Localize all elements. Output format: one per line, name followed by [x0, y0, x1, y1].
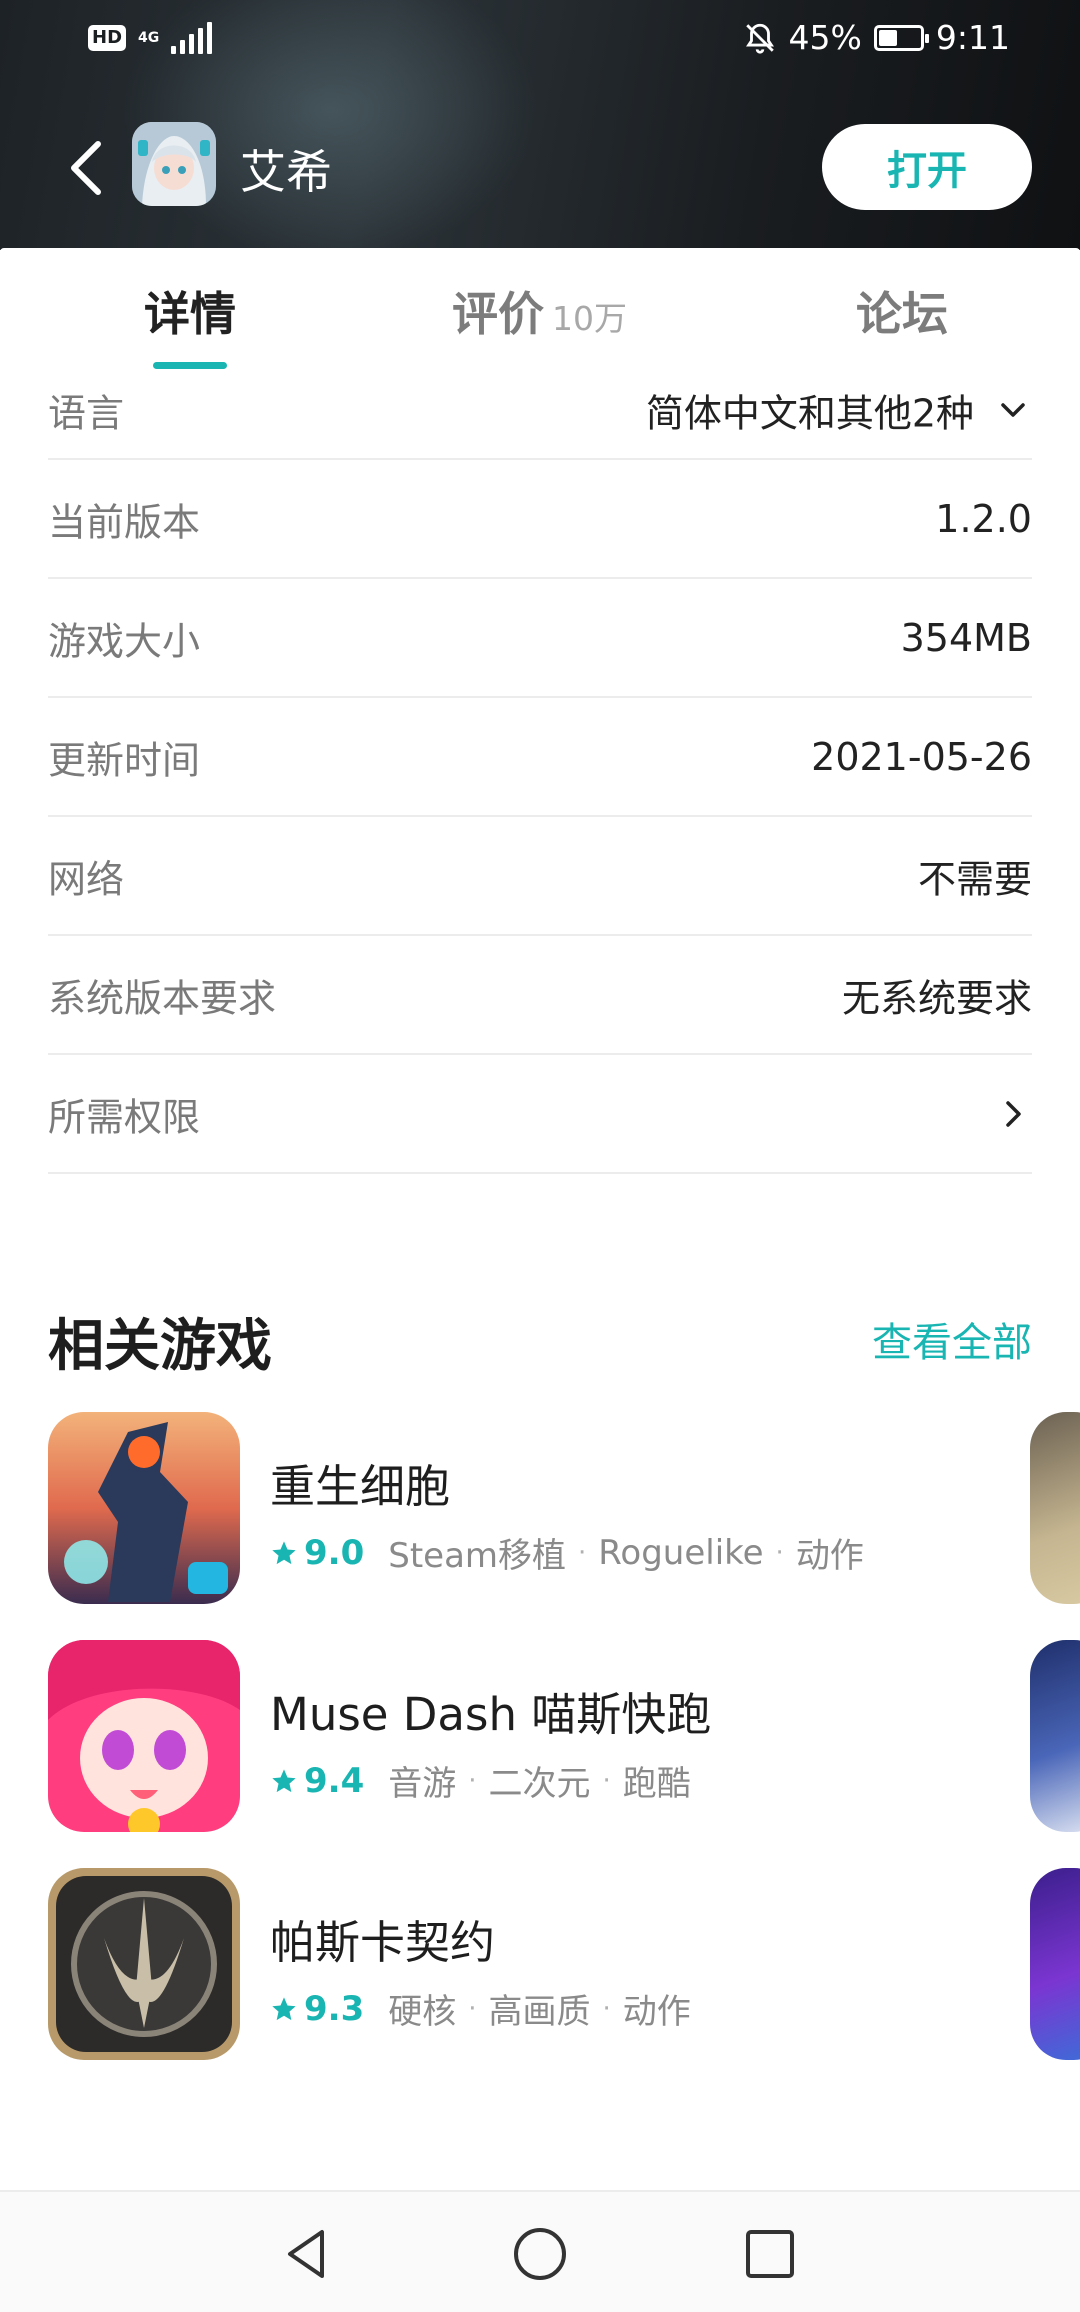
app-title: 艾希: [240, 145, 332, 199]
info-value: 2021-05-26: [811, 734, 1032, 779]
content-panel: 详情 评价 10万 论坛 语言 简体中文和其他2种 当前版本 1.2.0 游戏大小…: [0, 248, 1080, 2188]
game-tag: Steam移植: [388, 1536, 567, 1576]
tab-bar: 详情 评价 10万 论坛: [0, 248, 1080, 378]
status-bar: HD 4G 45% 9:11: [0, 0, 1080, 80]
info-row-permissions[interactable]: 所需权限: [48, 1055, 1032, 1174]
info-value: 1.2.0: [935, 496, 1032, 541]
info-value: 354MB: [900, 615, 1032, 660]
info-label: 游戏大小: [48, 619, 201, 663]
info-row-network: 网络 不需要: [48, 817, 1032, 936]
nav-home-icon[interactable]: [508, 2222, 572, 2286]
separator-dot: ·: [468, 1765, 477, 1796]
info-label: 系统版本要求: [48, 976, 277, 1020]
info-value: 无系统要求: [841, 976, 1032, 1020]
info-value: 不需要: [917, 857, 1032, 901]
info-label: 网络: [48, 857, 125, 901]
tab-reviews-label: 评价: [452, 287, 544, 341]
info-row-update-time: 更新时间 2021-05-26: [48, 698, 1032, 817]
tab-reviews-count: 10万: [552, 299, 627, 338]
game-tag: Roguelike: [598, 1532, 764, 1573]
game-name: 帕斯卡契约: [270, 1916, 496, 1969]
app-icon: [132, 122, 216, 206]
game-item-dead-cells[interactable]: 重生细胞 9.0 Steam移植 · Roguelike · 动作: [48, 1412, 1080, 1604]
game-peek-card[interactable]: [1030, 1412, 1080, 1604]
separator-dot: ·: [578, 1537, 587, 1568]
chevron-right-icon: [1006, 1100, 1021, 1127]
separator-dot: ·: [775, 1537, 784, 1568]
game-tag: 跑酷: [622, 1764, 691, 1804]
game-peek-card[interactable]: [1030, 1640, 1080, 1832]
clock: 9:11: [935, 18, 1010, 57]
system-nav-bar: [0, 2190, 1080, 2312]
separator-dot: ·: [602, 1765, 611, 1796]
network-type: 4G: [138, 31, 159, 45]
game-score: 9.4: [304, 1760, 365, 1801]
game-item-pascal-contract[interactable]: 帕斯卡契约 9.3 硬核 · 高画质 · 动作: [48, 1868, 1080, 2060]
nav-recents-icon[interactable]: [738, 2222, 802, 2286]
separator-dot: ·: [468, 1993, 477, 2024]
battery-icon: [873, 24, 929, 51]
info-row-language[interactable]: 语言 简体中文和其他2种: [48, 362, 1032, 460]
game-tag: 二次元: [488, 1764, 591, 1804]
star-icon: [272, 1768, 296, 1792]
tab-reviews[interactable]: 评价 10万: [452, 278, 627, 344]
game-tag: 硬核: [388, 1992, 457, 2032]
tab-forum-label: 论坛: [856, 287, 948, 341]
info-value: 简体中文和其他2种: [645, 391, 974, 436]
game-name: 重生细胞: [270, 1460, 451, 1513]
game-icon: [48, 1640, 240, 1832]
app-header: HD 4G 45% 9:11 艾希 打开: [0, 0, 1080, 250]
game-item-muse-dash[interactable]: Muse Dash 喵斯快跑 9.4 音游 · 二次元 · 跑酷: [48, 1640, 1080, 1832]
battery-percent: 45%: [788, 18, 862, 57]
info-row-system-requirement: 系统版本要求 无系统要求: [48, 936, 1032, 1055]
game-tag: 动作: [622, 1992, 691, 2032]
game-icon: [48, 1412, 240, 1604]
info-row-size: 游戏大小 354MB: [48, 579, 1032, 698]
see-all-link[interactable]: 查看全部: [872, 1310, 1032, 1368]
network-label: 4G: [138, 30, 160, 46]
open-button[interactable]: 打开: [822, 124, 1032, 210]
mute-bell-icon: [745, 23, 774, 54]
signal-icon: [171, 22, 213, 54]
info-list: 语言 简体中文和其他2种 当前版本 1.2.0 游戏大小 354MB 更新时间 …: [48, 362, 1032, 1174]
info-label: 当前版本: [48, 500, 201, 544]
game-tag: 动作: [795, 1536, 864, 1576]
app-bar: 艾希 打开: [0, 118, 1080, 214]
game-tag: 高画质: [488, 1992, 591, 2032]
tab-details[interactable]: 详情: [144, 278, 236, 344]
info-label: 语言: [48, 391, 125, 436]
tab-forum[interactable]: 论坛: [856, 278, 948, 344]
status-right: 45% 9:11: [743, 18, 1010, 57]
game-score: 9.0: [304, 1532, 365, 1573]
hd-badge: HD: [88, 25, 127, 51]
game-tag: 音游: [388, 1764, 457, 1804]
status-left: HD 4G: [88, 22, 213, 54]
game-meta: 9.3 硬核 · 高画质 · 动作: [270, 1984, 691, 2033]
star-icon: [272, 1996, 296, 2020]
separator-dot: ·: [602, 1993, 611, 2024]
info-label: 所需权限: [48, 1095, 201, 1139]
related-games-title: 相关游戏: [48, 1314, 272, 1379]
info-label: 更新时间: [48, 738, 201, 782]
game-meta: 9.4 音游 · 二次元 · 跑酷: [270, 1756, 691, 1805]
nav-back-icon[interactable]: [276, 2222, 340, 2286]
tab-details-label: 详情: [144, 287, 236, 341]
game-name: Muse Dash 喵斯快跑: [270, 1688, 712, 1741]
star-icon: [272, 1540, 296, 1564]
back-arrow-icon[interactable]: [62, 138, 112, 198]
game-score: 9.3: [304, 1988, 365, 2029]
game-peek-card[interactable]: [1030, 1868, 1080, 2060]
info-row-version: 当前版本 1.2.0: [48, 460, 1032, 579]
game-meta: 9.0 Steam移植 · Roguelike · 动作: [270, 1528, 864, 1577]
game-icon: [48, 1868, 240, 2060]
chevron-down-icon: [1001, 403, 1025, 417]
battery-fill: [878, 29, 897, 46]
